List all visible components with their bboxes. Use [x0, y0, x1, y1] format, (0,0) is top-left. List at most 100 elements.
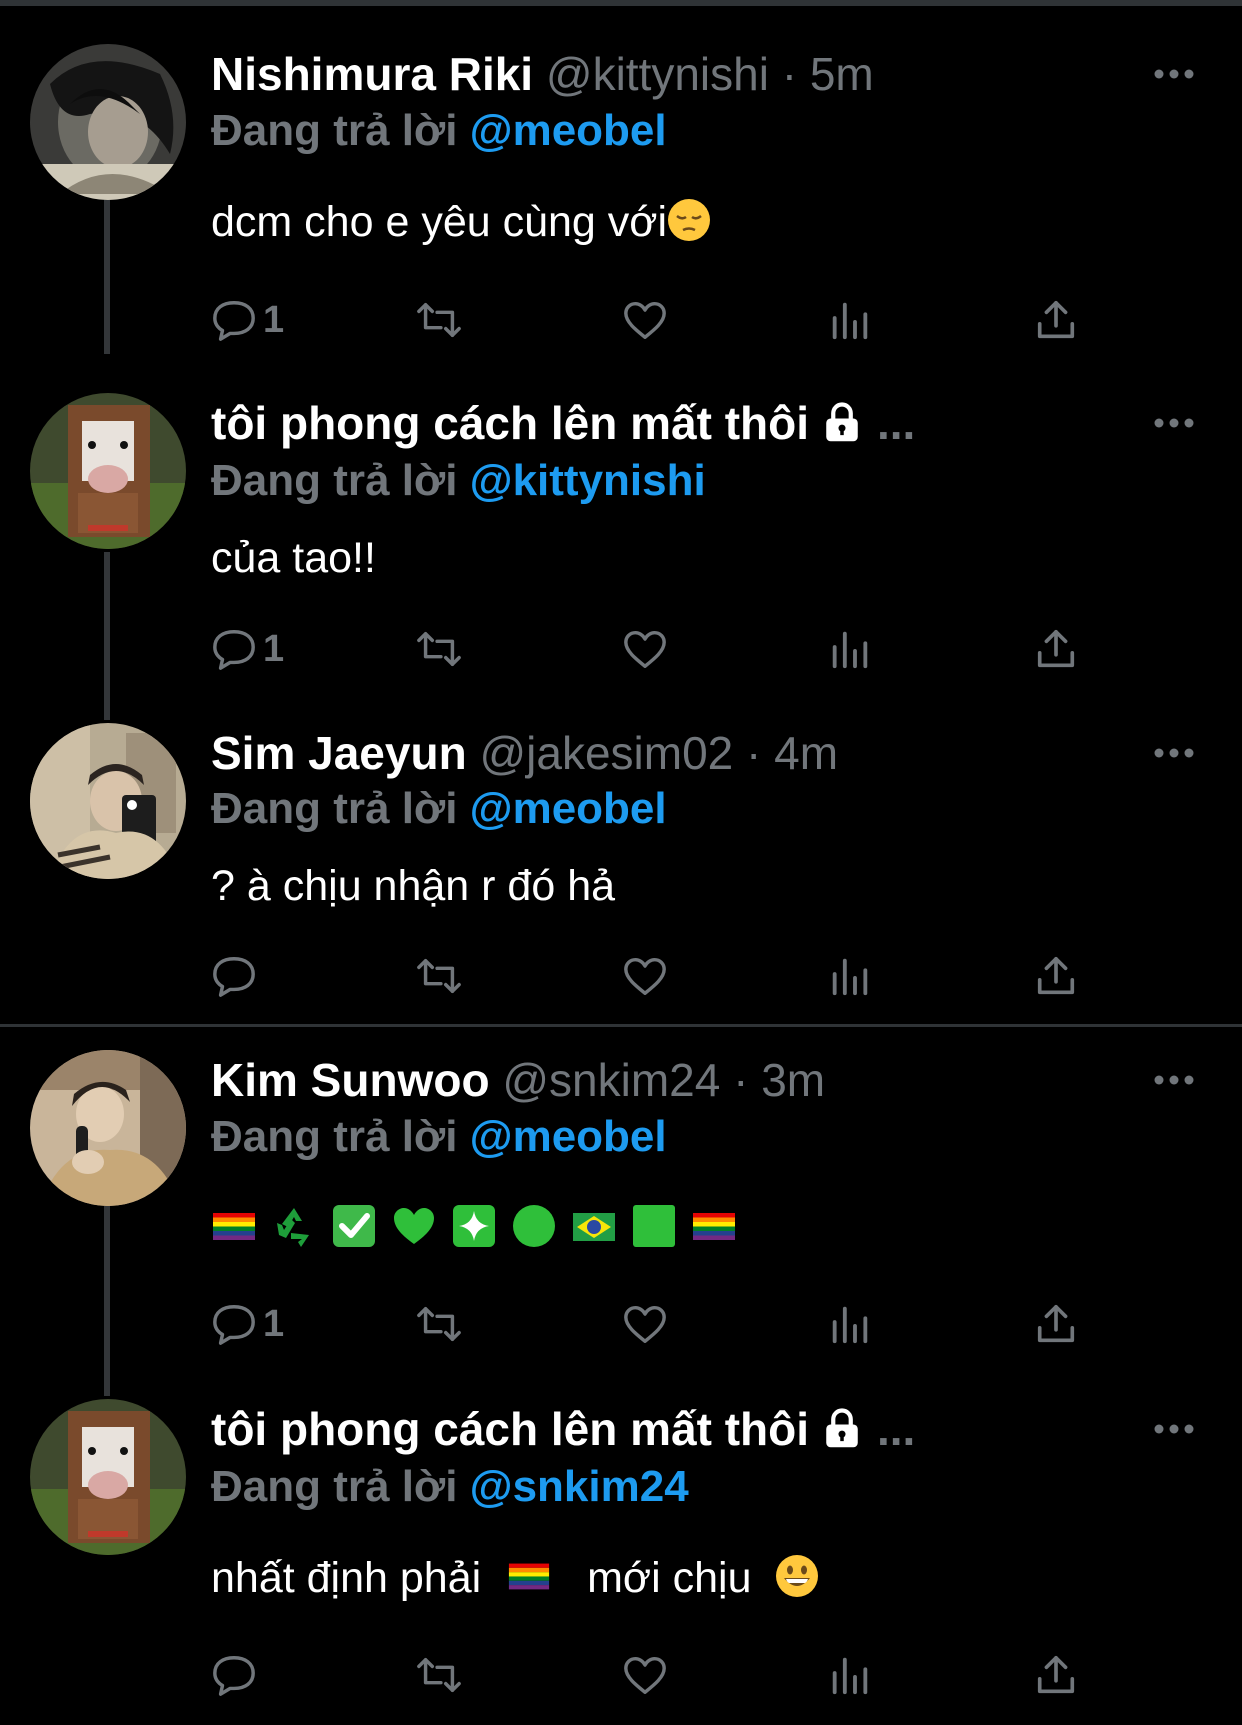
retweet-button[interactable] [416, 1650, 462, 1700]
analytics-button[interactable] [827, 295, 873, 345]
tweet-header: tôi phong cách lên mất thôi... [211, 1399, 915, 1459]
reply-count: 1 [263, 298, 285, 341]
sparkle-icon [453, 1205, 495, 1247]
reply-button[interactable] [211, 951, 263, 1001]
avatar[interactable] [30, 44, 186, 200]
like-button[interactable] [622, 1299, 668, 1349]
heart-icon [624, 1305, 666, 1343]
reply-mention-link[interactable]: @snkim24 [470, 1462, 689, 1511]
more-options-icon[interactable] [1154, 1074, 1194, 1086]
share-button[interactable] [1033, 295, 1079, 345]
tweet-actions [211, 951, 1091, 1001]
heart-icon [624, 957, 666, 995]
retweet-icon [417, 958, 461, 994]
tweet-text: nhất định phải mới chịu [211, 1548, 819, 1608]
retweet-button[interactable] [416, 1299, 462, 1349]
tweet-text-content: ? à chịu nhận r đó hả [211, 862, 616, 910]
share-icon [1037, 629, 1075, 668]
heart-icon [624, 1656, 666, 1694]
tweet-actions: 1 [211, 1299, 1091, 1349]
tweet-text: dcm cho e yêu cùng với [211, 192, 711, 252]
tweet-header: Nishimura Riki @kittynishi · 5m [211, 44, 874, 104]
name-truncation: ... [877, 1403, 916, 1455]
like-button[interactable] [622, 951, 668, 1001]
reply-mention-link[interactable]: @kittynishi [470, 456, 706, 505]
replying-to-label: Đang trả lời [211, 456, 458, 505]
replying-to-label: Đang trả lời [211, 784, 458, 833]
display-name[interactable]: tôi phong cách lên mất thôi [211, 397, 809, 449]
cow-photo-avatar [30, 1399, 186, 1555]
like-button[interactable] [622, 1650, 668, 1700]
reply-button[interactable]: 1 [211, 295, 284, 345]
more-options-icon[interactable] [1154, 747, 1194, 759]
retweet-button[interactable] [416, 951, 462, 1001]
tweet-emoji-text [211, 1201, 751, 1251]
avatar[interactable] [30, 393, 186, 549]
brazil-flag-icon [573, 1213, 615, 1241]
tweet-header: tôi phong cách lên mất thôi... [211, 393, 915, 453]
reply-count: 1 [263, 1302, 285, 1345]
avatar[interactable] [30, 723, 186, 879]
share-icon [1037, 1655, 1075, 1694]
like-button[interactable] [622, 295, 668, 345]
analytics-icon [832, 631, 868, 669]
replying-to: Đang trả lời @meobel [211, 102, 667, 160]
tweet-header: Kim Sunwoo @snkim24 · 3m [211, 1050, 825, 1110]
tweet-text-content: của tao!! [211, 534, 376, 582]
selfie-photo-avatar [30, 723, 186, 879]
retweet-icon [417, 1306, 461, 1342]
tweet-actions [211, 1650, 1091, 1700]
retweet-icon [417, 302, 461, 338]
analytics-icon [832, 1306, 868, 1344]
avatar[interactable] [30, 1399, 186, 1555]
like-button[interactable] [622, 624, 668, 674]
green-square-icon [633, 1205, 675, 1247]
more-options-icon[interactable] [1154, 417, 1194, 429]
analytics-button[interactable] [827, 951, 873, 1001]
reply-icon [213, 630, 255, 670]
display-name[interactable]: tôi phong cách lên mất thôi [211, 1403, 809, 1455]
reply-mention-link[interactable]: @meobel [470, 1112, 667, 1161]
analytics-button[interactable] [827, 1299, 873, 1349]
retweet-button[interactable] [416, 295, 462, 345]
tweet-time[interactable]: · 5m [782, 48, 874, 100]
reply-button[interactable]: 1 [211, 624, 284, 674]
portrait-photo-avatar [30, 44, 186, 200]
recycling-symbol-icon [277, 1208, 309, 1247]
tweet-text-before: nhất định phải [211, 1554, 482, 1602]
user-handle[interactable]: @jakesim02 [479, 727, 733, 779]
rainbow-flag-icon [213, 1213, 255, 1240]
reply-icon [213, 1656, 255, 1696]
share-button[interactable] [1033, 624, 1079, 674]
reply-mention-link[interactable]: @meobel [470, 106, 667, 155]
more-options-icon[interactable] [1154, 1423, 1194, 1435]
display-name[interactable]: Nishimura Riki [211, 48, 533, 100]
replying-to-label: Đang trả lời [211, 106, 458, 155]
analytics-icon [832, 1657, 868, 1695]
user-handle[interactable]: @kittynishi [546, 48, 769, 100]
tweet-time[interactable]: · 3m [733, 1054, 825, 1106]
reply-mention-link[interactable]: @meobel [470, 784, 667, 833]
reply-icon [213, 301, 255, 341]
more-options-icon[interactable] [1154, 68, 1194, 80]
share-button[interactable] [1033, 1650, 1079, 1700]
display-name[interactable]: Kim Sunwoo [211, 1054, 490, 1106]
retweet-button[interactable] [416, 624, 462, 674]
reply-button[interactable]: 1 [211, 1299, 284, 1349]
cow-photo-avatar [30, 393, 186, 549]
green-heart-icon [394, 1208, 434, 1244]
analytics-button[interactable] [827, 1650, 873, 1700]
analytics-button[interactable] [827, 624, 873, 674]
display-name[interactable]: Sim Jaeyun [211, 727, 467, 779]
share-button[interactable] [1033, 1299, 1079, 1349]
avatar[interactable] [30, 1050, 186, 1206]
tweet-text: ? à chịu nhận r đó hả [211, 856, 615, 916]
tweet-actions: 1 [211, 295, 1091, 345]
reply-button[interactable] [211, 1650, 263, 1700]
share-button[interactable] [1033, 951, 1079, 1001]
user-handle[interactable]: @snkim24 [502, 1054, 720, 1106]
reply-count: 1 [263, 627, 285, 670]
reply-icon [213, 957, 255, 997]
tweet-time[interactable]: · 4m [746, 727, 838, 779]
share-icon [1037, 300, 1075, 339]
